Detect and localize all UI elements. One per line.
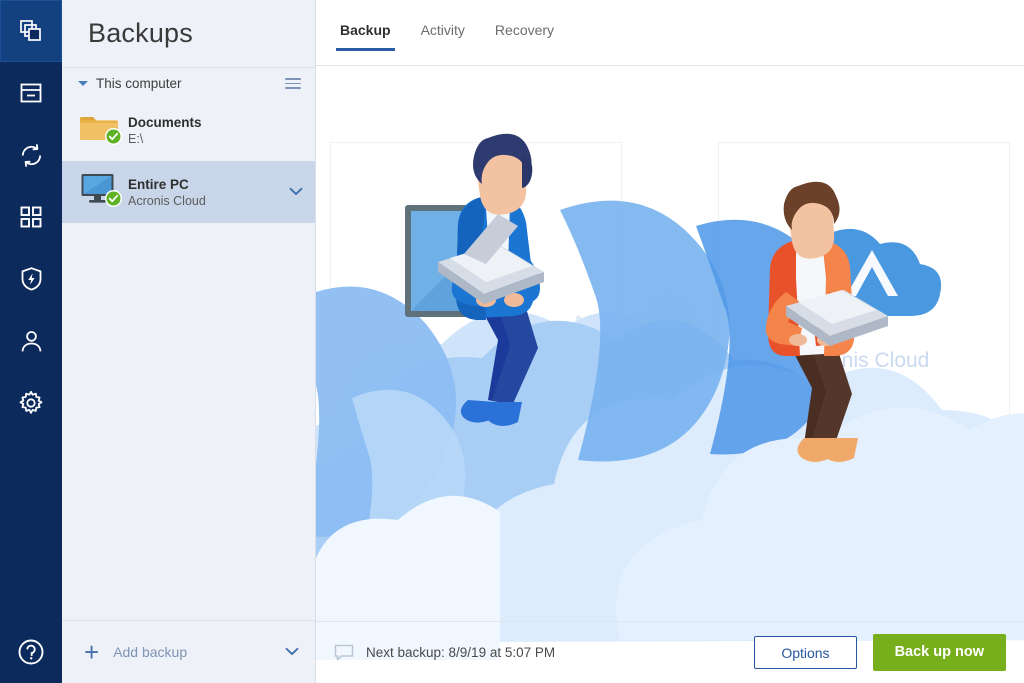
legend-value: 19.7 GB — [348, 570, 404, 587]
legend-value: 10.9 GB — [574, 570, 630, 587]
backup-now-button[interactable]: Back up now — [872, 634, 1006, 671]
sidebar-item-sync[interactable] — [0, 124, 62, 186]
backup-stats: Last backup: yesterday at 6:41 PM Data t… — [330, 497, 1010, 587]
tab-recovery[interactable]: Recovery — [491, 22, 558, 50]
legend-item: Others 29.9 GB — [896, 549, 1010, 587]
legend-label: Audio — [574, 549, 608, 564]
speech-bubble-icon[interactable] — [334, 644, 354, 661]
help-button[interactable] — [0, 621, 62, 683]
account-icon — [19, 329, 44, 354]
hamburger-icon[interactable] — [285, 78, 301, 89]
legend-value: 29.9 GB — [914, 570, 970, 587]
main-panel: Backup Activity Recovery Entire PC Acron… — [316, 0, 1024, 683]
usage-bar-segment — [565, 526, 824, 535]
group-label: This computer — [96, 76, 182, 91]
sidebar-item-protection[interactable] — [0, 248, 62, 310]
chevron-down-icon[interactable] — [285, 645, 299, 659]
backups-icon — [18, 18, 44, 44]
last-backup-text: Last backup: yesterday at 6:41 PM — [330, 498, 531, 513]
options-button[interactable]: Options — [754, 636, 857, 669]
status-badge-ok — [105, 190, 122, 212]
source-card-title: Entire PC — [431, 349, 521, 372]
destination-card-title: Acronis Cloud — [798, 349, 930, 372]
legend-label: System — [801, 549, 845, 564]
backup-item-documents[interactable]: Documents E:\ — [62, 99, 315, 161]
sidebar-item-backups[interactable] — [0, 0, 62, 62]
gear-icon — [18, 390, 44, 416]
legend-value: 7 GB — [461, 570, 496, 587]
add-backup-button[interactable]: + Add backup — [62, 620, 315, 683]
navigation-rail — [0, 0, 62, 683]
next-backup-text: Next backup: 8/9/19 at 5:07 PM — [366, 645, 556, 660]
tab-activity[interactable]: Activity — [417, 22, 469, 50]
monitor-icon — [80, 172, 124, 212]
shield-icon — [19, 266, 44, 292]
legend-value: 41.3 GB — [801, 570, 857, 587]
legend-dot — [669, 552, 679, 561]
help-icon — [16, 637, 46, 667]
backup-list-pane: Backups This computer Documents E:\ Enti… — [62, 0, 316, 683]
data-to-recover-text: Data to recover: 109 GB — [845, 498, 986, 513]
legend-label: Documents — [687, 549, 754, 564]
help-icon[interactable]: ? — [993, 497, 1010, 514]
legend-label: Videos — [461, 549, 501, 564]
destination-card-subtitle: 890 GB free — [823, 381, 905, 398]
sidebar-item-settings[interactable] — [0, 372, 62, 434]
source-card[interactable]: Entire PC — [330, 142, 622, 502]
plus-icon: + — [84, 637, 100, 667]
sidebar-item-account[interactable] — [0, 310, 62, 372]
backup-item-name: Documents — [128, 114, 202, 130]
manage-button[interactable]: Manage — [822, 425, 906, 455]
legend-dot — [330, 552, 339, 561]
sync-icon — [18, 142, 45, 169]
chevron-down-icon[interactable] — [289, 186, 303, 198]
source-destination-cards: Entire PC Acronis Cloud 890 GB free Mana… — [330, 142, 1010, 502]
legend-label: Others — [914, 549, 957, 564]
tools-icon — [19, 205, 43, 229]
tab-backup[interactable]: Backup — [336, 22, 395, 51]
backup-item-source: E:\ — [128, 131, 144, 146]
backup-item-entire-pc[interactable]: Entire PC Acronis Cloud — [62, 161, 315, 223]
backup-item-text: Documents E:\ — [124, 114, 303, 147]
backup-content: Entire PC Acronis Cloud 890 GB free Mana… — [316, 66, 1024, 621]
usage-bar — [330, 526, 1010, 535]
legend-item: Documents 98.5 MB — [669, 549, 783, 587]
folder-icon — [80, 110, 124, 150]
usage-bar-segment — [823, 526, 1010, 535]
category-legend: Pictures 19.7 GB Videos 7 GB Audio 10.9 GB Doc… — [330, 549, 1010, 587]
legend-item: Audio 10.9 GB — [556, 549, 670, 587]
sidebar-item-tools[interactable] — [0, 186, 62, 248]
legend-dot — [443, 552, 453, 561]
check-icon — [647, 295, 693, 341]
tab-bar: Backup Activity Recovery — [316, 0, 1024, 66]
legend-dot — [783, 552, 793, 561]
usage-bar-segment — [453, 526, 497, 535]
stats-header: Last backup: yesterday at 6:41 PM Data t… — [330, 497, 1010, 514]
action-bar: Next backup: 8/9/19 at 5:07 PM Options B… — [316, 621, 1024, 683]
usage-bar-segment — [330, 526, 453, 535]
add-backup-label: Add backup — [113, 644, 188, 660]
legend-item: Videos 7 GB — [443, 549, 556, 587]
legend-dot — [556, 552, 566, 561]
backup-item-name: Entire PC — [128, 176, 189, 192]
status-badge-ok — [105, 128, 122, 150]
backup-item-source: Acronis Cloud — [128, 193, 206, 208]
destination-card[interactable]: Acronis Cloud 890 GB free Manage — [718, 142, 1010, 502]
backup-item-text: Entire PC Acronis Cloud — [124, 176, 289, 209]
app-window: Backups This computer Documents E:\ Enti… — [0, 0, 1024, 683]
legend-item: System 41.3 GB — [783, 549, 896, 587]
data-to-recover: Data to recover: 109 GB ? — [846, 497, 1010, 514]
usage-bar-segment — [496, 526, 565, 535]
legend-label: Pictures — [348, 549, 395, 564]
connector-dots-left — [576, 315, 605, 321]
legend-item: Pictures 19.7 GB — [330, 549, 443, 587]
card-connector — [576, 142, 764, 502]
group-header-this-computer[interactable]: This computer — [62, 68, 315, 99]
archive-icon — [18, 80, 44, 106]
page-title: Backups — [62, 0, 315, 67]
legend-dot — [896, 552, 906, 561]
sidebar-item-archive[interactable] — [0, 62, 62, 124]
caret-down-icon[interactable] — [78, 81, 88, 86]
legend-value: 98.5 MB — [687, 570, 744, 587]
